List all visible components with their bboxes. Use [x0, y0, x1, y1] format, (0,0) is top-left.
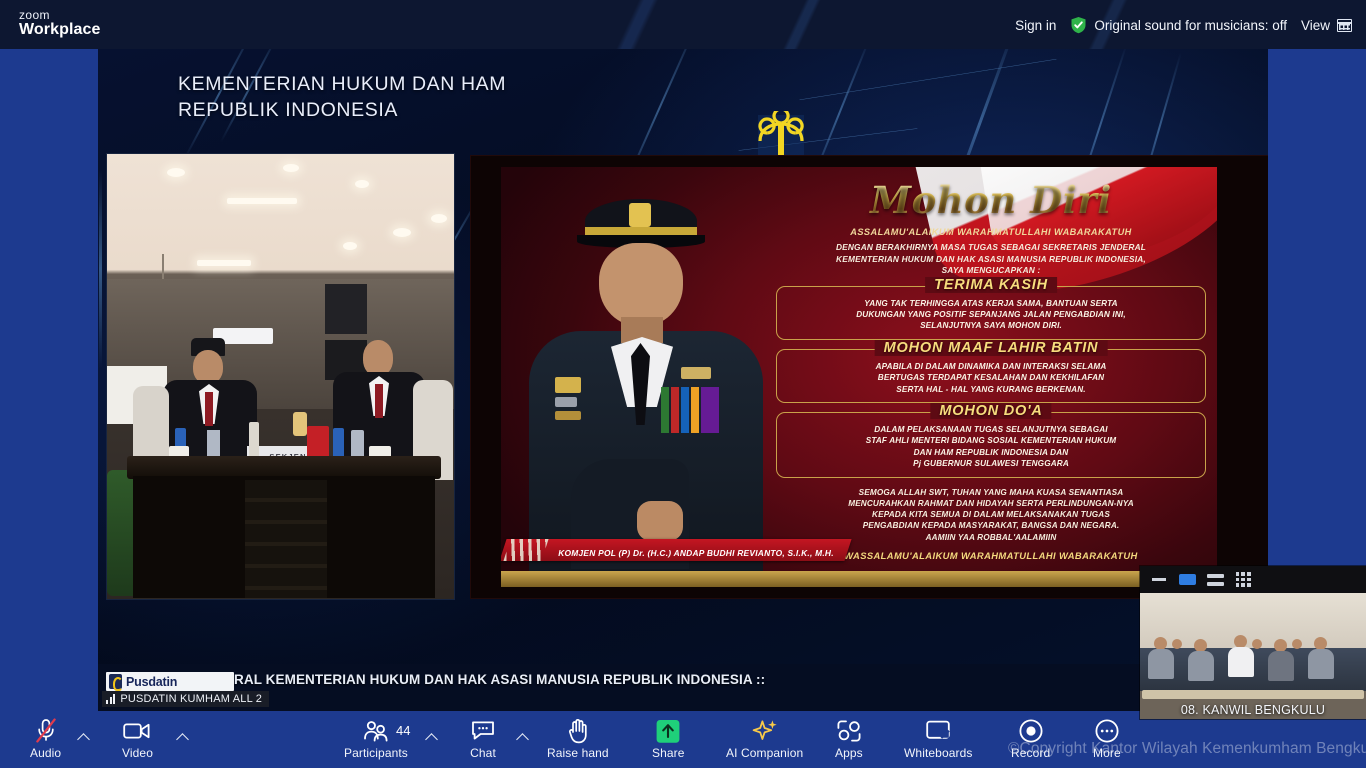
original-sound-status[interactable]: Original sound for musicians: off: [1070, 16, 1287, 34]
chat-options-caret-icon[interactable]: [517, 731, 529, 743]
poster-block1-title: TERIMA KASIH: [925, 276, 1057, 293]
ai-sparkle-icon: [751, 717, 779, 744]
sign-in-label: Sign in: [1015, 17, 1057, 33]
poster-block-mohon-maaf: MOHON MAAF LAHIR BATIN APABILA DI DALAM …: [776, 339, 1206, 403]
control-record[interactable]: Record: [1011, 717, 1050, 765]
video-source-label: PUSDATIN KUMHAM ALL 2: [120, 693, 263, 705]
active-speaker-thumbnail[interactable]: 08. KANWIL BENGKULU: [1140, 566, 1366, 719]
thumbnail-video: [1140, 593, 1366, 719]
view-layout-icon: [1337, 18, 1352, 32]
poster-canvas: Mohon Diri ASSALAMU'ALAIKUM WARAHMATULLA…: [501, 167, 1217, 587]
control-audio[interactable]: Audio: [30, 717, 61, 765]
poster-heading: Mohon Diri: [776, 175, 1206, 225]
signal-bars-icon: [106, 694, 116, 704]
shared-screen-region[interactable]: KEMENTERIAN HUKUM DAN HAM REPUBLIK INDON…: [98, 49, 1268, 711]
logo-workplace-text: Workplace: [19, 20, 101, 38]
poster-block2-body: APABILA DI DALAM DINAMIKA DAN INTERAKSI …: [875, 361, 1107, 394]
pusdatin-mark-icon: [109, 674, 123, 691]
participants-options-caret-icon[interactable]: [426, 731, 438, 743]
control-ai-companion-label: AI Companion: [726, 746, 804, 760]
poster-closing: SEMOGA ALLAH SWT, TUHAN YANG MAHA KUASA …: [848, 487, 1134, 542]
thumbnail-participant-name: 08. KANWIL BENGKULU: [1180, 703, 1326, 717]
poster-block3-body: DALAM PELAKSANAAN TUGAS SELANJUTNYA SEBA…: [865, 424, 1117, 469]
video-options-caret-icon[interactable]: [177, 731, 189, 743]
pusdatin-label: Pusdatin: [126, 674, 178, 689]
control-share-label: Share: [652, 746, 685, 760]
broadcast-lower-third: Pusdatin RAL KEMENTERIAN HUKUM DAN HAK A…: [98, 664, 1268, 711]
audio-options-caret-icon[interactable]: [78, 731, 90, 743]
camera-icon: [123, 717, 151, 744]
control-more[interactable]: More: [1093, 717, 1121, 765]
poster-block2-title: MOHON MAAF LAHIR BATIN: [874, 339, 1108, 356]
more-ellipsis-icon: [1094, 717, 1120, 744]
speaker-view-icon[interactable]: [1178, 573, 1196, 586]
speaker-camera-feed: SEKJEN: [106, 153, 455, 600]
control-participants-label: Participants: [344, 746, 408, 760]
poster-block3-title: MOHON DO'A: [930, 402, 1052, 419]
control-record-label: Record: [1011, 746, 1051, 760]
share-screen-icon: [655, 717, 681, 744]
control-whiteboards[interactable]: Whiteboards: [904, 717, 972, 765]
presentation-slide: KEMENTERIAN HUKUM DAN HAM REPUBLIK INDON…: [98, 49, 1268, 664]
stacked-view-icon[interactable]: [1206, 573, 1224, 586]
control-apps[interactable]: Apps: [835, 717, 863, 765]
chat-icon: [470, 717, 496, 744]
poster-block-mohon-doa: MOHON DO'A DALAM PELAKSANAAN TUGAS SELAN…: [776, 402, 1206, 478]
top-bar: zoom Workplace Sign in Original sound fo…: [0, 0, 1366, 49]
participants-icon: [362, 717, 390, 744]
zoom-workplace-logo: zoom Workplace: [19, 9, 101, 38]
control-raise-hand[interactable]: Raise hand: [547, 717, 609, 765]
poster-intro: DENGAN BERAKHIRNYA MASA TUGAS SEBAGAI SE…: [835, 242, 1147, 275]
shield-check-icon: [1070, 16, 1087, 34]
poster-text-block: Mohon Diri ASSALAMU'ALAIKUM WARAHMATULLA…: [776, 175, 1206, 561]
gallery-view-icon[interactable]: [1234, 572, 1252, 587]
meeting-control-bar: Audio Video Participants 44 Chat Raise h…: [0, 711, 1366, 768]
microphone-muted-icon: [34, 717, 58, 744]
poster-salam: ASSALAMU'ALAIKUM WARAHMATULLAHI WABARAKA…: [850, 227, 1132, 237]
participants-count: 44: [396, 723, 411, 738]
zoom-meeting-window: zoom Workplace Sign in Original sound fo…: [0, 0, 1366, 768]
broadcast-ticker-text: RAL KEMENTERIAN HUKUM DAN HAK ASASI MANU…: [234, 672, 766, 687]
minimize-icon[interactable]: [1150, 573, 1168, 586]
apps-icon: [836, 717, 862, 744]
view-button[interactable]: View: [1301, 18, 1352, 33]
farewell-poster: Mohon Diri ASSALAMU'ALAIKUM WARAHMATULLA…: [470, 155, 1268, 599]
slide-title: KEMENTERIAN HUKUM DAN HAM REPUBLIK INDON…: [178, 73, 507, 121]
pusdatin-logo: Pusdatin: [106, 672, 234, 691]
control-share[interactable]: Share: [652, 717, 685, 765]
raise-hand-icon: [566, 717, 590, 744]
control-chat[interactable]: Chat: [470, 717, 496, 765]
record-icon: [1018, 717, 1044, 744]
control-video-label: Video: [122, 746, 153, 760]
control-apps-label: Apps: [835, 746, 863, 760]
control-whiteboards-label: Whiteboards: [904, 746, 973, 760]
control-raise-hand-label: Raise hand: [547, 746, 609, 760]
logo-zoom-text: zoom: [19, 8, 50, 22]
poster-base-bar: [501, 571, 1217, 587]
poster-name-text: KOMJEN POL (P) Dr. (H.C.) ANDAP BUDHI RE…: [558, 548, 834, 558]
poster-block-terima-kasih: TERIMA KASIH YANG TAK TERHINGGA ATAS KER…: [776, 276, 1206, 340]
control-chat-label: Chat: [470, 746, 496, 760]
poster-block1-body: YANG TAK TERHINGGA ATAS KERJA SAMA, BANT…: [856, 298, 1126, 331]
control-ai-companion[interactable]: AI Companion: [726, 717, 803, 765]
control-more-label: More: [1093, 746, 1121, 760]
thumbnail-view-toolbar: [1140, 566, 1366, 593]
officer-portrait: [511, 191, 781, 587]
topbar-actions: Sign in Original sound for musicians: of…: [1015, 12, 1352, 38]
control-audio-label: Audio: [30, 746, 62, 760]
whiteboard-icon: [925, 717, 951, 744]
view-label: View: [1300, 17, 1330, 33]
original-sound-label: Original sound for musicians: off: [1094, 17, 1287, 33]
sign-in-button[interactable]: Sign in: [1015, 18, 1056, 33]
video-source-chip: PUSDATIN KUMHAM ALL 2: [102, 691, 270, 707]
control-video[interactable]: Video: [122, 717, 153, 765]
